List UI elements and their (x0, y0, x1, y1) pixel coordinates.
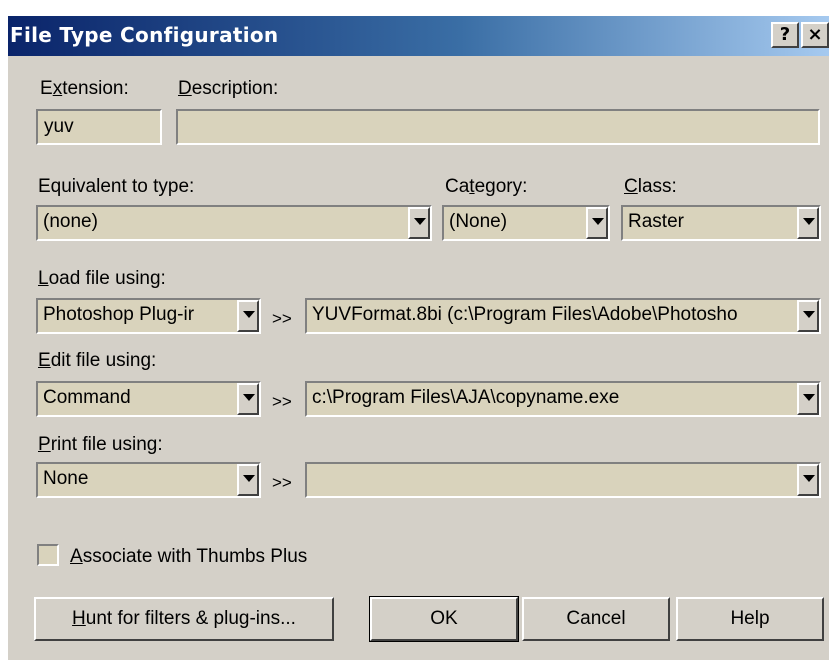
print-separator: >> (272, 473, 292, 492)
category-label: Category: (445, 176, 528, 197)
print-target-dropdown[interactable] (305, 462, 821, 498)
edit-target-arrow-button[interactable] (797, 383, 819, 415)
chevron-down-icon (803, 218, 815, 225)
title-bar[interactable]: File Type Configuration ? × (8, 16, 829, 56)
category-value: (None) (449, 211, 508, 232)
ok-button[interactable]: OK (369, 596, 519, 642)
print-label: Print file using: (38, 434, 163, 455)
print-method-dropdown[interactable]: None (36, 462, 261, 498)
edit-method-dropdown[interactable]: Command (36, 381, 261, 417)
description-field[interactable] (176, 109, 820, 145)
edit-method-value: Command (43, 387, 131, 408)
category-dropdown[interactable]: (None) (442, 205, 610, 241)
edit-label: Edit file using: (38, 350, 157, 371)
chevron-down-icon (803, 475, 815, 482)
extension-label: Extension: (40, 78, 129, 99)
load-separator: >> (272, 309, 292, 328)
file-type-dialog: File Type Configuration ? × Extension: D… (6, 14, 829, 660)
category-arrow-button[interactable] (586, 207, 608, 239)
chevron-down-icon (243, 394, 255, 401)
load-method-value: Photoshop Plug-ir (43, 304, 195, 325)
chevron-down-icon (243, 475, 255, 482)
chevron-down-icon (803, 311, 815, 318)
load-method-dropdown[interactable]: Photoshop Plug-ir (36, 298, 261, 334)
help-title-button[interactable]: ? (771, 22, 799, 48)
class-arrow-button[interactable] (797, 207, 819, 239)
load-target-dropdown[interactable]: YUVFormat.8bi (c:\Program Files\Adobe\Ph… (305, 298, 821, 334)
class-dropdown[interactable]: Raster (621, 205, 821, 241)
chevron-down-icon (803, 394, 815, 401)
edit-separator: >> (272, 392, 292, 411)
class-label: Class: (624, 176, 677, 197)
print-target-arrow-button[interactable] (797, 464, 819, 496)
description-label: Description: (178, 78, 279, 99)
equivalent-arrow-button[interactable] (408, 207, 430, 239)
equivalent-dropdown[interactable]: (none) (36, 205, 432, 241)
chevron-down-icon (414, 218, 426, 225)
print-method-arrow-button[interactable] (237, 464, 259, 496)
edit-method-arrow-button[interactable] (237, 383, 259, 415)
print-method-value: None (43, 468, 89, 489)
hunt-filters-button[interactable]: Hunt for filters & plug-ins... (34, 597, 334, 641)
cancel-button[interactable]: Cancel (522, 597, 670, 641)
chevron-down-icon (243, 311, 255, 318)
associate-checkbox[interactable] (37, 544, 59, 566)
close-title-button[interactable]: × (801, 22, 829, 48)
chevron-down-icon (592, 218, 604, 225)
extension-field[interactable] (36, 109, 162, 145)
help-button[interactable]: Help (676, 597, 824, 641)
class-value: Raster (628, 211, 684, 232)
edit-target-dropdown[interactable]: c:\Program Files\AJA\copyname.exe (305, 381, 821, 417)
equivalent-value: (none) (43, 211, 98, 232)
equivalent-label: Equivalent to type: (38, 176, 195, 197)
load-method-arrow-button[interactable] (237, 300, 259, 332)
edit-target-value: c:\Program Files\AJA\copyname.exe (312, 387, 620, 408)
associate-label[interactable]: Associate with Thumbs Plus (70, 546, 307, 568)
load-label: Load file using: (38, 268, 166, 289)
load-target-arrow-button[interactable] (797, 300, 819, 332)
window-title: File Type Configuration (10, 23, 279, 47)
load-target-value: YUVFormat.8bi (c:\Program Files\Adobe\Ph… (312, 304, 738, 325)
